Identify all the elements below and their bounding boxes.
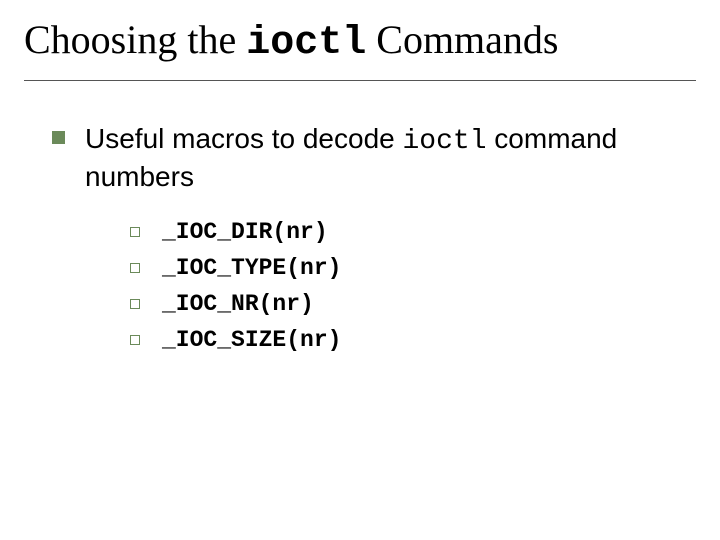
macro-text: _IOC_DIR(nr) [162,218,328,248]
macro-text: _IOC_SIZE(nr) [162,326,341,356]
hollow-square-icon [130,335,140,345]
bullet-code: ioctl [403,126,487,157]
list-item: _IOC_NR(nr) [130,290,696,320]
title-post: Commands [366,17,558,62]
bullet-pre: Useful macros to decode [85,123,403,154]
bullet-item: Useful macros to decode ioctl command nu… [52,121,696,194]
hollow-square-icon [130,263,140,273]
macro-text: _IOC_TYPE(nr) [162,254,341,284]
hollow-square-icon [130,227,140,237]
title-pre: Choosing the [24,17,246,62]
bullet-text: Useful macros to decode ioctl command nu… [85,121,696,194]
macro-text: _IOC_NR(nr) [162,290,314,320]
list-item: _IOC_SIZE(nr) [130,326,696,356]
macro-list: _IOC_DIR(nr) _IOC_TYPE(nr) _IOC_NR(nr) _… [130,218,696,356]
list-item: _IOC_DIR(nr) [130,218,696,248]
slide-container: Choosing the ioctl Commands Useful macro… [0,0,720,386]
slide-title: Choosing the ioctl Commands [24,16,696,81]
list-item: _IOC_TYPE(nr) [130,254,696,284]
title-code: ioctl [246,21,366,66]
square-bullet-icon [52,131,65,144]
hollow-square-icon [130,299,140,309]
